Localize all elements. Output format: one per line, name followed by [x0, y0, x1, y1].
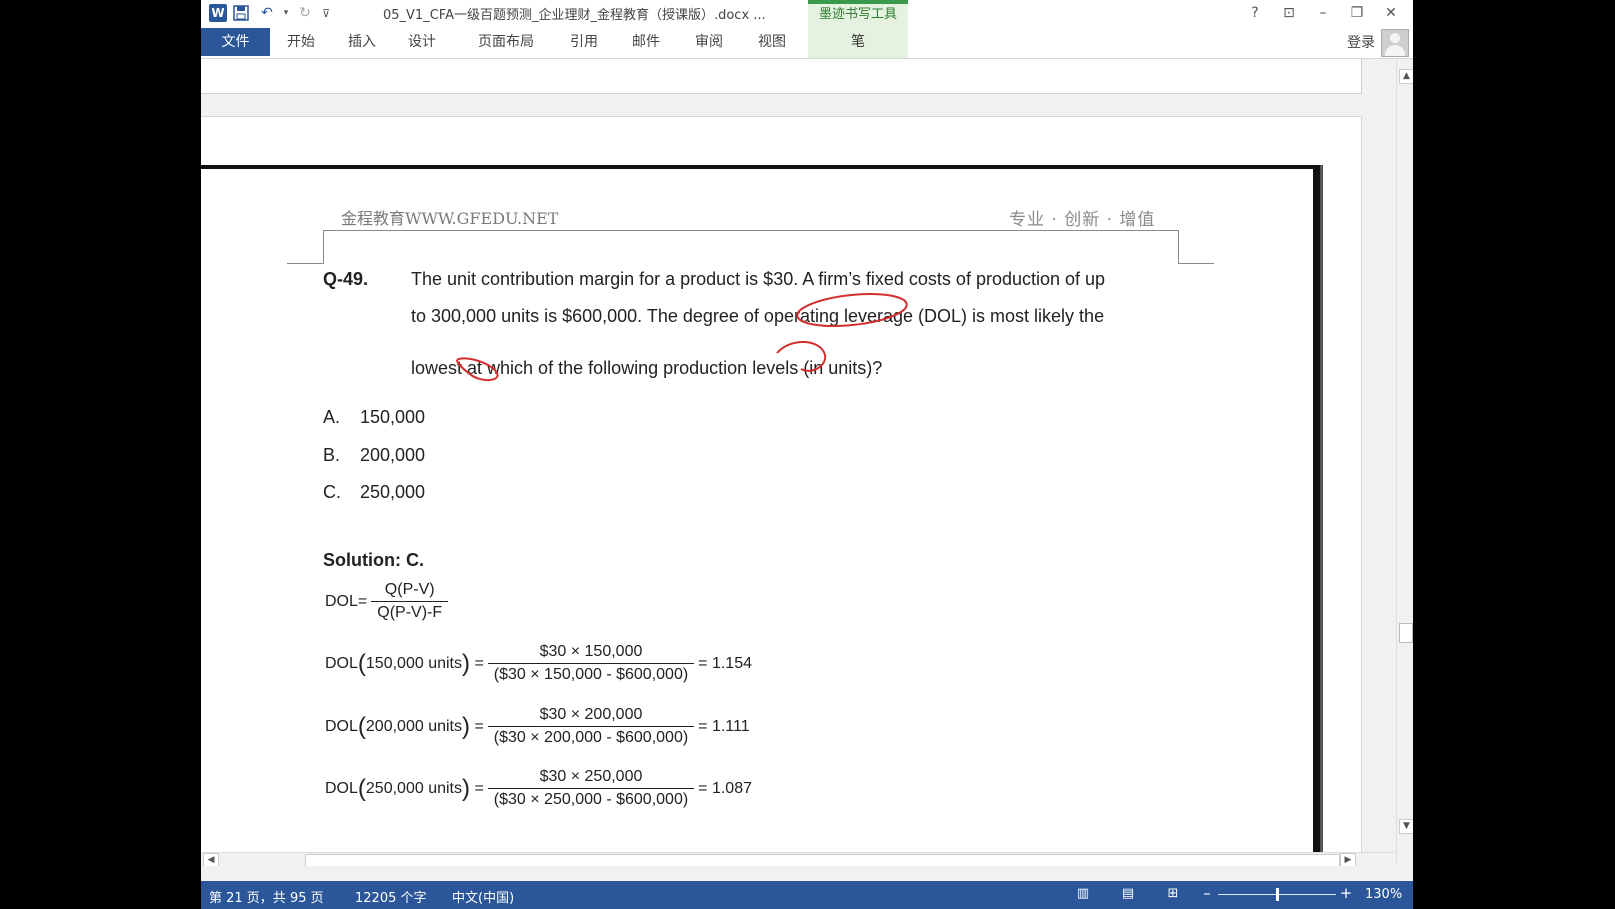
read-mode-icon[interactable]: ▥ [1074, 886, 1092, 902]
vertical-scrollbar[interactable]: ▲ ▼ [1396, 59, 1413, 865]
dol-calc-units-label: units [428, 654, 462, 672]
dol-calc-row: DOL(150,000 units) = $30 × 150,000 ($30 … [325, 641, 752, 686]
header-rule-left-stub [323, 230, 324, 264]
page-header-right: 专业 · 创新 · 增值 [1009, 210, 1156, 230]
tab-review[interactable]: 审阅 [695, 28, 723, 56]
title-bar: W ↶ ▾ ↻ ⊽ 05_V1_CFA一级百题预测_企业理财_金程教育（授课版）… [201, 0, 1413, 26]
dol-calc-units: 150,000 [365, 654, 424, 672]
print-layout-icon[interactable]: ▤ [1119, 886, 1137, 902]
tab-insert[interactable]: 插入 [348, 28, 376, 56]
undo-dropdown-icon[interactable]: ▾ [281, 3, 291, 23]
dol-formula: DOL= Q(P-V) Q(P-V)-F [325, 579, 452, 624]
zoom-slider-handle[interactable] [1275, 888, 1279, 901]
page-header-left: 金程教育WWW.GFEDU.NET [341, 209, 559, 228]
redo-icon[interactable]: ↻ [293, 3, 317, 23]
scroll-up-arrow-icon[interactable]: ▲ [1399, 69, 1413, 84]
dol-calc-numerator: $30 × 200,000 [539, 706, 643, 723]
tab-home[interactable]: 开始 [287, 28, 315, 56]
dol-calc-denominator: ($30 × 150,000 - $600,000) [493, 666, 689, 683]
document-page[interactable]: 金程教育WWW.GFEDU.NET 专业 · 创新 · 增值 Q-49. The… [201, 165, 1317, 865]
page-count-status[interactable]: 第 21 页，共 95 页 [209, 887, 324, 906]
option-value: 150,000 [360, 407, 426, 427]
dol-calc-numerator: $30 × 150,000 [539, 643, 643, 660]
quick-access-toolbar: W ↶ ▾ ↻ ⊽ [209, 3, 333, 23]
zoom-out-icon[interactable]: – [1198, 884, 1216, 902]
dol-lhs: DOL= [325, 592, 368, 610]
dol-calc-denominator: ($30 × 200,000 - $600,000) [493, 729, 689, 746]
option-label: C. [323, 482, 341, 502]
dol-denominator: Q(P-V)-F [377, 604, 443, 621]
option-b: B. 200,000 [323, 445, 425, 466]
dol-calc-fraction: $30 × 250,000 ($30 × 250,000 - $600,000) [487, 766, 695, 811]
dol-calc-units: 200,000 [365, 717, 424, 735]
question-number: Q-49. [323, 269, 369, 289]
dol-calc-numerator: $30 × 250,000 [539, 768, 643, 785]
word-app-icon[interactable]: W [209, 4, 227, 22]
tab-page-layout[interactable]: 页面布局 [478, 28, 534, 56]
document-title: 05_V1_CFA一级百题预测_企业理财_金程教育（授课版）.docx ... [383, 8, 766, 23]
option-value: 200,000 [360, 445, 426, 465]
dol-calc-result: = 1.154 [698, 654, 752, 672]
close-icon[interactable]: ✕ [1377, 2, 1405, 24]
ribbon-tabs: 文件 开始 插入 设计 页面布局 引用 邮件 审阅 视图 笔 登录 [201, 26, 1413, 59]
sign-in-link[interactable]: 登录 [1347, 32, 1375, 52]
option-a: A. 150,000 [323, 407, 425, 428]
tab-pen[interactable]: 笔 [808, 26, 908, 58]
previous-page-bottom [201, 59, 1362, 94]
question-line-1: The unit contribution margin for a produ… [411, 269, 1106, 289]
customize-qat-icon[interactable]: ⊽ [319, 3, 333, 23]
minimize-icon[interactable]: – [1309, 2, 1337, 24]
dol-calc-units-label: units [428, 717, 462, 735]
option-label: A. [323, 407, 341, 427]
user-avatar-icon[interactable] [1381, 29, 1409, 57]
help-icon[interactable]: ? [1241, 2, 1269, 24]
dol-calc-units: 250,000 [365, 779, 424, 797]
header-rule-right-stub [1178, 230, 1179, 264]
word-window: W ↶ ▾ ↻ ⊽ 05_V1_CFA一级百题预测_企业理财_金程教育（授课版）… [201, 0, 1413, 909]
dol-numerator: Q(P-V) [384, 581, 435, 598]
question-line-2: to 300,000 units is $600,000. The degree… [411, 306, 1105, 326]
option-label: B. [323, 445, 341, 465]
document-canvas[interactable]: 金程教育WWW.GFEDU.NET 专业 · 创新 · 增值 Q-49. The… [201, 59, 1396, 865]
save-icon[interactable] [229, 3, 253, 23]
question-line-3: lowest at which of the following product… [411, 358, 883, 378]
header-rule-left-base [287, 263, 324, 264]
dol-calc-result: = 1.111 [698, 717, 750, 735]
window-controls: ? ⊡ – ❐ ✕ [1241, 2, 1405, 24]
status-bar: 第 21 页，共 95 页 12205 个字 中文(中国) ▥ ▤ ⊞ – + … [201, 881, 1413, 909]
dol-calc-fraction: $30 × 200,000 ($30 × 200,000 - $600,000) [487, 704, 695, 749]
vertical-scroll-thumb[interactable] [1399, 623, 1413, 643]
tab-design[interactable]: 设计 [408, 28, 436, 56]
scroll-down-arrow-icon[interactable]: ▼ [1399, 819, 1413, 834]
dol-calc-units-label: units [428, 779, 462, 797]
language-status[interactable]: 中文(中国) [452, 887, 514, 906]
dol-fraction: Q(P-V) Q(P-V)-F [371, 579, 449, 624]
option-value: 250,000 [360, 482, 426, 502]
tab-mailings[interactable]: 邮件 [632, 28, 660, 56]
solution-heading: Solution: C. [323, 550, 424, 570]
web-layout-icon[interactable]: ⊞ [1164, 886, 1182, 902]
horizontal-scrollbar[interactable]: ◀ ▶ [201, 852, 1396, 868]
ink-tools-context-title: 墨迹书写工具 [808, 0, 908, 26]
tab-view[interactable]: 视图 [758, 28, 786, 56]
zoom-level[interactable]: 130% [1365, 887, 1402, 902]
word-count-status[interactable]: 12205 个字 [355, 887, 427, 906]
tab-references[interactable]: 引用 [570, 28, 598, 56]
header-rule [323, 230, 1179, 231]
header-rule-right-base [1178, 263, 1214, 264]
undo-icon[interactable]: ↶ [255, 3, 279, 23]
zoom-in-icon[interactable]: + [1337, 884, 1355, 902]
tab-file[interactable]: 文件 [201, 28, 270, 56]
status-bar-spacer [201, 866, 1413, 881]
dol-calc-row: DOL(200,000 units) = $30 × 200,000 ($30 … [325, 704, 750, 749]
option-c: C. 250,000 [323, 482, 425, 503]
dol-calc-denominator: ($30 × 250,000 - $600,000) [493, 791, 689, 808]
restore-icon[interactable]: ❐ [1343, 2, 1371, 24]
dol-calc-row: DOL(250,000 units) = $30 × 250,000 ($30 … [325, 766, 752, 811]
dol-calc-result: = 1.087 [698, 779, 752, 797]
ribbon-display-options-icon[interactable]: ⊡ [1275, 2, 1303, 24]
dol-calc-fraction: $30 × 150,000 ($30 × 150,000 - $600,000) [487, 641, 695, 686]
